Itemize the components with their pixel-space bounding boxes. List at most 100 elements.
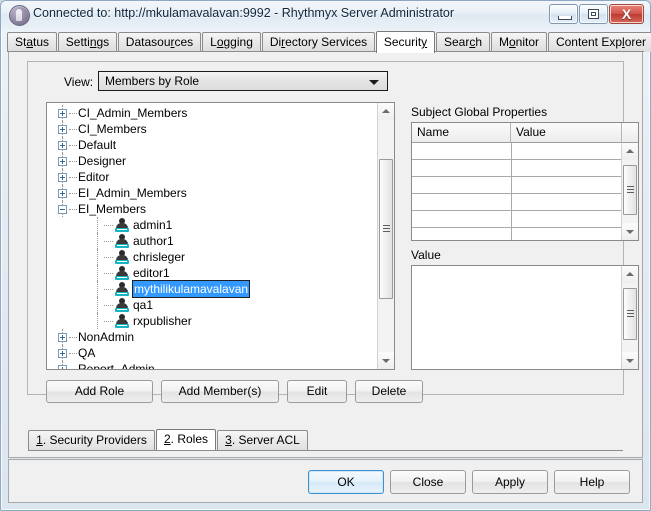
tab-monitor[interactable]: Monitor bbox=[491, 32, 547, 52]
user-icon bbox=[115, 314, 129, 328]
tree-role-row[interactable]: NonAdmin bbox=[47, 329, 377, 345]
tree-role-row[interactable]: Designer bbox=[47, 153, 377, 169]
scroll-down-icon[interactable] bbox=[622, 223, 638, 240]
bottom-tab-2-roles[interactable]: 2. Roles bbox=[156, 429, 216, 450]
tree-node-label: NonAdmin bbox=[78, 330, 135, 344]
tree-node-label: CI_Members bbox=[78, 122, 147, 136]
scrollbar-thumb[interactable] bbox=[623, 288, 637, 340]
expand-icon[interactable] bbox=[58, 125, 67, 134]
user-icon bbox=[115, 218, 129, 232]
tree-role-row[interactable]: EI_Admin_Members bbox=[47, 185, 377, 201]
table-row[interactable] bbox=[412, 194, 622, 211]
help-button[interactable]: Help bbox=[554, 470, 630, 494]
value-scrollbar[interactable] bbox=[621, 266, 638, 369]
tab-security[interactable]: Security bbox=[376, 31, 435, 53]
maximize-icon bbox=[588, 9, 599, 19]
column-header-name[interactable]: Name bbox=[412, 123, 511, 143]
add-members-button[interactable]: Add Member(s) bbox=[161, 380, 279, 403]
tree-node-label: admin1 bbox=[133, 218, 173, 232]
tree-connector-dots bbox=[104, 225, 113, 227]
scroll-up-icon[interactable] bbox=[378, 103, 394, 120]
tree-role-row[interactable]: CI_Admin_Members bbox=[47, 105, 377, 121]
roles-tree[interactable]: CI_Admin_Members CI_Members Default Designe… bbox=[46, 102, 395, 370]
add-role-button[interactable]: Add Role bbox=[46, 380, 153, 403]
tree-connector-line bbox=[97, 313, 99, 329]
tree-member-row[interactable]: rxpublisher bbox=[47, 313, 377, 329]
tab-content-security: View: Members by Role CI_Admin_Members CI… bbox=[8, 52, 643, 458]
tree-node-label: editor1 bbox=[133, 266, 170, 280]
tree-member-row[interactable]: admin1 bbox=[47, 217, 377, 233]
properties-scrollbar[interactable] bbox=[621, 143, 638, 240]
table-row[interactable] bbox=[412, 143, 622, 160]
table-row[interactable] bbox=[412, 228, 622, 240]
tree-member-row[interactable]: mythilikulamavalavan bbox=[47, 280, 377, 298]
expand-icon[interactable] bbox=[58, 157, 67, 166]
tab-content-explorer[interactable]: Content Explorer bbox=[548, 32, 651, 52]
tree-role-row[interactable]: Report_Admin bbox=[47, 361, 377, 370]
expand-icon[interactable] bbox=[58, 365, 67, 369]
tree-node-label: Report_Admin bbox=[78, 362, 155, 370]
close-button[interactable]: X bbox=[609, 4, 644, 24]
scrollbar-thumb[interactable] bbox=[379, 159, 393, 299]
close-dialog-button[interactable]: Close bbox=[390, 470, 466, 494]
scrollbar-thumb[interactable] bbox=[623, 165, 637, 215]
tree-role-row[interactable]: CI_Members bbox=[47, 121, 377, 137]
user-icon bbox=[115, 266, 129, 280]
tree-scrollbar[interactable] bbox=[377, 103, 394, 369]
tree-role-row[interactable]: Default bbox=[47, 137, 377, 153]
expand-icon[interactable] bbox=[58, 189, 67, 198]
user-icon bbox=[115, 298, 129, 312]
bottom-tab-1-security-providers[interactable]: 1. Security Providers bbox=[28, 430, 155, 450]
collapse-icon[interactable] bbox=[58, 205, 67, 214]
tree-role-row[interactable]: EI_Members bbox=[47, 201, 377, 217]
tree-connector-dots bbox=[69, 177, 77, 179]
tab-directory-services[interactable]: Directory Services bbox=[262, 32, 375, 52]
tree-node-label: CI_Admin_Members bbox=[78, 106, 188, 120]
tree-role-row[interactable]: QA bbox=[47, 345, 377, 361]
scroll-down-icon[interactable] bbox=[378, 352, 394, 369]
tree-member-row[interactable]: qa1 bbox=[47, 297, 377, 313]
table-row[interactable] bbox=[412, 211, 622, 228]
bottom-tab-baseline bbox=[28, 450, 623, 451]
dialog-footer: OK Close Apply Help bbox=[8, 459, 643, 503]
tree-member-row[interactable]: author1 bbox=[47, 233, 377, 249]
minimize-button[interactable] bbox=[549, 4, 578, 24]
expand-icon[interactable] bbox=[58, 349, 67, 358]
table-row[interactable] bbox=[412, 160, 622, 177]
scroll-down-icon[interactable] bbox=[622, 352, 638, 369]
tab-search[interactable]: Search bbox=[436, 32, 490, 52]
value-textarea[interactable] bbox=[411, 265, 639, 370]
tab-settings[interactable]: Settings bbox=[58, 32, 117, 52]
column-header-value[interactable]: Value bbox=[511, 123, 622, 143]
tree-connector-dots bbox=[104, 257, 113, 259]
expand-icon[interactable] bbox=[58, 173, 67, 182]
maximize-button[interactable] bbox=[579, 4, 608, 24]
tree-connector-dots bbox=[104, 241, 113, 243]
expand-icon[interactable] bbox=[58, 333, 67, 342]
user-icon bbox=[115, 234, 129, 248]
tree-member-row[interactable]: chrisleger bbox=[47, 249, 377, 265]
bottom-tab-bar: 1. Security Providers 2. Roles 3. Server A… bbox=[28, 429, 623, 450]
chevron-down-icon bbox=[369, 80, 379, 85]
tree-role-row[interactable]: Editor bbox=[47, 169, 377, 185]
tab-datasources[interactable]: Datasources bbox=[118, 32, 201, 52]
view-dropdown[interactable]: Members by Role bbox=[98, 71, 388, 91]
bottom-tab-3-server-acl[interactable]: 3. Server ACL bbox=[217, 430, 308, 450]
ok-button[interactable]: OK bbox=[308, 470, 384, 494]
tree-connector-dots bbox=[69, 161, 77, 163]
title-bar: Connected to: http://mkulamavalavan:9992… bbox=[1, 1, 650, 29]
delete-button[interactable]: Delete bbox=[355, 380, 423, 403]
tab-status[interactable]: Status bbox=[7, 32, 57, 52]
expand-icon[interactable] bbox=[58, 141, 67, 150]
apply-button[interactable]: Apply bbox=[472, 470, 548, 494]
tab-logging[interactable]: Logging bbox=[202, 32, 261, 52]
scroll-up-icon[interactable] bbox=[622, 143, 638, 160]
table-row[interactable] bbox=[412, 177, 622, 194]
expand-icon[interactable] bbox=[58, 109, 67, 118]
scrollbar-grip bbox=[383, 225, 390, 232]
tree-member-row[interactable]: editor1 bbox=[47, 265, 377, 281]
subject-global-properties-table[interactable]: Name Value bbox=[411, 122, 639, 241]
scroll-up-icon[interactable] bbox=[622, 266, 638, 283]
edit-button[interactable]: Edit bbox=[287, 380, 347, 403]
view-label: View: bbox=[64, 75, 94, 89]
